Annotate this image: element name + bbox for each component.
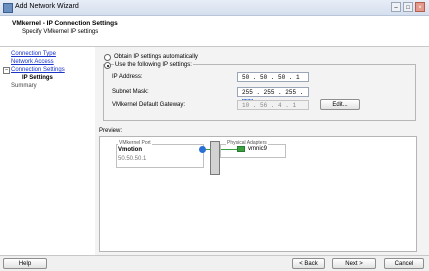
ip-address-label: IP Address: <box>112 74 143 80</box>
page-subtitle: Specify VMkernel IP settings <box>22 29 99 35</box>
edit-button[interactable]: Edit... <box>320 99 360 110</box>
next-button[interactable]: Next > <box>332 258 376 269</box>
obtain-auto-radio[interactable] <box>104 54 111 61</box>
vmkernel-port-title: VMkernel Port <box>118 140 152 146</box>
page-title: VMkernel - IP Connection Settings <box>12 20 118 27</box>
title-bar: Add Network Wizard – □ × <box>0 0 429 16</box>
wizard-header: VMkernel - IP Connection Settings Specif… <box>0 16 429 47</box>
vmkernel-port-icon <box>199 146 206 153</box>
subnet-mask-label: Subnet Mask: <box>112 89 149 95</box>
help-button[interactable]: Help <box>3 258 47 269</box>
port-ip: 50.50.50.1 <box>118 156 147 162</box>
preview-label: Preview: <box>99 128 123 134</box>
window-title: Add Network Wizard <box>15 3 79 10</box>
nic-icon <box>237 146 245 152</box>
wizard-icon <box>3 3 13 13</box>
obtain-auto-label: Obtain IP settings automatically <box>114 54 198 60</box>
virtual-switch <box>210 141 220 175</box>
collapse-icon[interactable]: – <box>3 67 10 74</box>
nav-item-connection-type[interactable]: Connection Type <box>11 51 56 57</box>
minimize-button[interactable]: – <box>391 2 401 12</box>
back-button[interactable]: < Back <box>292 258 325 269</box>
maximize-button[interactable]: □ <box>403 2 413 12</box>
window-controls: – □ × <box>391 2 425 12</box>
use-following-label: Use the following IP settings: <box>114 62 193 68</box>
ip-address-field[interactable]: 50 . 50 . 50 . 1 <box>237 72 309 82</box>
wizard-steps-nav: Connection Type Network Access Connectio… <box>0 47 96 255</box>
port-name: Vmotion <box>118 147 142 153</box>
gateway-label: VMkernel Default Gateway: <box>112 102 186 108</box>
nav-item-network-access[interactable]: Network Access <box>11 59 54 65</box>
nav-item-ip-settings: IP Settings <box>22 75 53 81</box>
cancel-button[interactable]: Cancel <box>384 258 424 269</box>
nav-item-connection-settings[interactable]: Connection Settings <box>11 67 65 73</box>
gateway-field[interactable]: 10 . 56 . 4 . 1 <box>237 100 309 110</box>
use-following-radio[interactable] <box>104 62 111 69</box>
nav-item-summary: Summary <box>11 83 37 89</box>
close-button[interactable]: × <box>415 2 425 12</box>
subnet-mask-field[interactable]: 255 . 255 . 255 . 255 <box>237 87 309 106</box>
adapter-name: vmnic9 <box>248 146 268 152</box>
